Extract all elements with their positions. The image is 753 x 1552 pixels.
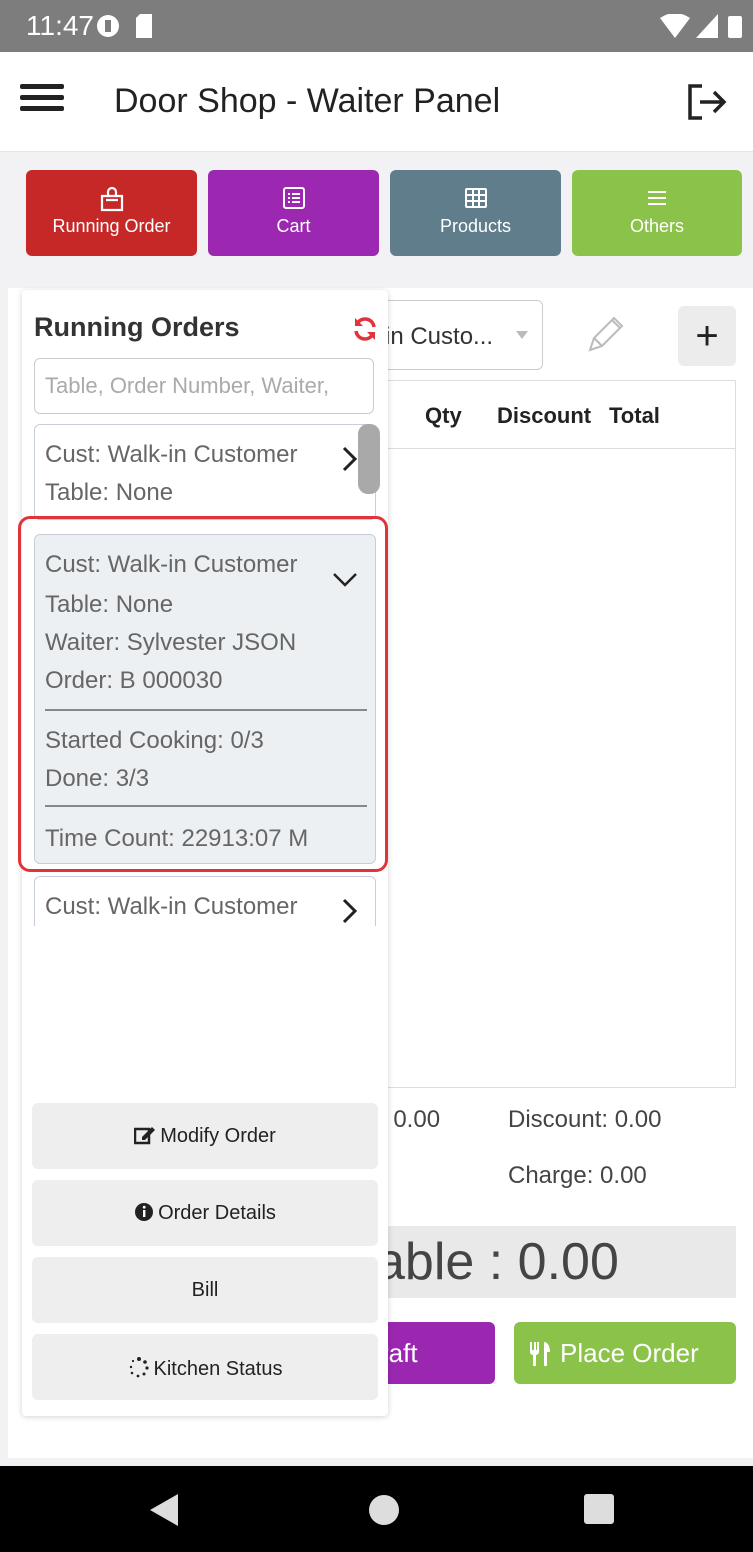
recents-icon[interactable] bbox=[584, 1494, 614, 1524]
sd-card-icon bbox=[136, 14, 152, 38]
order-customer: Cust: Walk-in Customer bbox=[45, 551, 298, 578]
wifi-icon bbox=[660, 14, 690, 38]
order-waiter: Waiter: Sylvester JSON bbox=[45, 629, 297, 656]
spinner-icon bbox=[129, 1357, 149, 1378]
system-nav-bar bbox=[0, 1466, 753, 1552]
app-bar: Door Shop - Waiter Panel bbox=[0, 52, 753, 152]
list-icon bbox=[282, 187, 305, 209]
back-icon[interactable] bbox=[150, 1494, 180, 1526]
running-order-button[interactable]: Running Order bbox=[26, 170, 197, 256]
running-orders-title: Running Orders bbox=[34, 312, 240, 342]
scrollbar-thumb[interactable] bbox=[358, 424, 380, 494]
running-order-label: Running Order bbox=[52, 216, 171, 236]
bill-button[interactable]: Bill bbox=[32, 1257, 378, 1323]
products-label: Products bbox=[439, 216, 512, 236]
status-time: 11:47 bbox=[26, 10, 94, 41]
customer-select[interactable]: in Custo... bbox=[372, 300, 543, 370]
modify-order-button[interactable]: Modify Order bbox=[32, 1103, 378, 1169]
pencil-icon[interactable] bbox=[582, 312, 628, 358]
place-order-label: Place Order bbox=[560, 1338, 699, 1368]
modify-order-label: Modify Order bbox=[160, 1125, 276, 1147]
order-card-expanded[interactable]: Cust: Walk-in Customer Table: None Waite… bbox=[34, 534, 376, 864]
cart-button[interactable]: Cart bbox=[208, 170, 379, 256]
grid-icon bbox=[464, 188, 487, 208]
order-details-button[interactable]: Order Details bbox=[32, 1180, 378, 1246]
order-customer: Cust: Walk-in Customer bbox=[45, 441, 298, 468]
bill-label: Bill bbox=[191, 1279, 219, 1301]
total-payable-text: able : 0.00 bbox=[376, 1233, 619, 1291]
draft-button[interactable]: raft bbox=[376, 1322, 495, 1384]
logout-icon[interactable] bbox=[684, 82, 728, 122]
order-done: Done: 3/3 bbox=[45, 765, 150, 792]
kitchen-status-label: Kitchen Status bbox=[153, 1358, 283, 1380]
customer-select-value: in Custo... bbox=[385, 323, 494, 350]
running-orders-list[interactable]: Cust: Walk-in Customer Table: None Cust:… bbox=[22, 422, 388, 926]
column-discount: Discount bbox=[497, 403, 592, 428]
charge-value: Charge: 0.00 bbox=[508, 1162, 647, 1189]
kitchen-status-button[interactable]: Kitchen Status bbox=[32, 1334, 378, 1400]
others-label: Others bbox=[629, 216, 685, 236]
order-customer: Cust: Walk-in Customer bbox=[45, 893, 298, 920]
home-icon[interactable] bbox=[368, 1494, 400, 1526]
utensils-icon bbox=[530, 1342, 550, 1366]
battery-icon bbox=[728, 16, 742, 38]
hamburger-menu-icon[interactable] bbox=[20, 84, 64, 120]
discount-value: Discount: 0.00 bbox=[508, 1106, 662, 1133]
divider bbox=[45, 805, 367, 807]
place-order-button[interactable]: Place Order bbox=[514, 1322, 736, 1384]
add-customer-button[interactable]: + bbox=[678, 306, 736, 366]
order-table: Table: None bbox=[45, 591, 174, 618]
divider bbox=[45, 709, 367, 711]
cart-table-header: Qty Discount Total bbox=[373, 381, 735, 449]
order-time-count: Time Count: 22913:07 M bbox=[45, 825, 309, 852]
refresh-icon[interactable] bbox=[352, 316, 378, 342]
chevron-right-icon[interactable] bbox=[341, 445, 359, 473]
edit-icon bbox=[133, 1127, 156, 1145]
chevron-down-icon[interactable] bbox=[331, 571, 359, 589]
cart-table: Qty Discount Total bbox=[372, 380, 736, 1088]
others-button[interactable]: Others bbox=[572, 170, 742, 256]
order-number: Order: B 000030 bbox=[45, 667, 223, 694]
order-search-input[interactable] bbox=[34, 358, 374, 414]
order-card[interactable]: Cust: Walk-in Customer Table: None bbox=[34, 424, 376, 520]
menu-icon bbox=[648, 191, 666, 205]
running-orders-drawer: Running Orders Cust: Walk-in Customer Ta… bbox=[22, 290, 388, 1416]
products-button[interactable]: Products bbox=[390, 170, 561, 256]
status-bar: 11:47 bbox=[0, 0, 753, 52]
sync-icon bbox=[97, 15, 119, 37]
info-icon bbox=[135, 1203, 154, 1221]
signal-icon bbox=[696, 14, 718, 38]
cart-label: Cart bbox=[276, 216, 311, 236]
page-title: Door Shop - Waiter Panel bbox=[114, 82, 501, 120]
chevron-right-icon[interactable] bbox=[341, 897, 359, 925]
subtotal-value: : 0.00 bbox=[380, 1106, 441, 1133]
bag-icon bbox=[100, 186, 123, 212]
order-started-cooking: Started Cooking: 0/3 bbox=[45, 727, 264, 754]
order-details-label: Order Details bbox=[158, 1202, 276, 1224]
order-table: Table: None bbox=[45, 479, 174, 506]
column-qty: Qty bbox=[425, 403, 462, 428]
total-payable: able : 0.00 bbox=[372, 1226, 736, 1298]
column-total: Total bbox=[609, 403, 660, 428]
order-card[interactable]: Cust: Walk-in Customer bbox=[34, 876, 376, 926]
caret-down-icon bbox=[516, 331, 528, 339]
